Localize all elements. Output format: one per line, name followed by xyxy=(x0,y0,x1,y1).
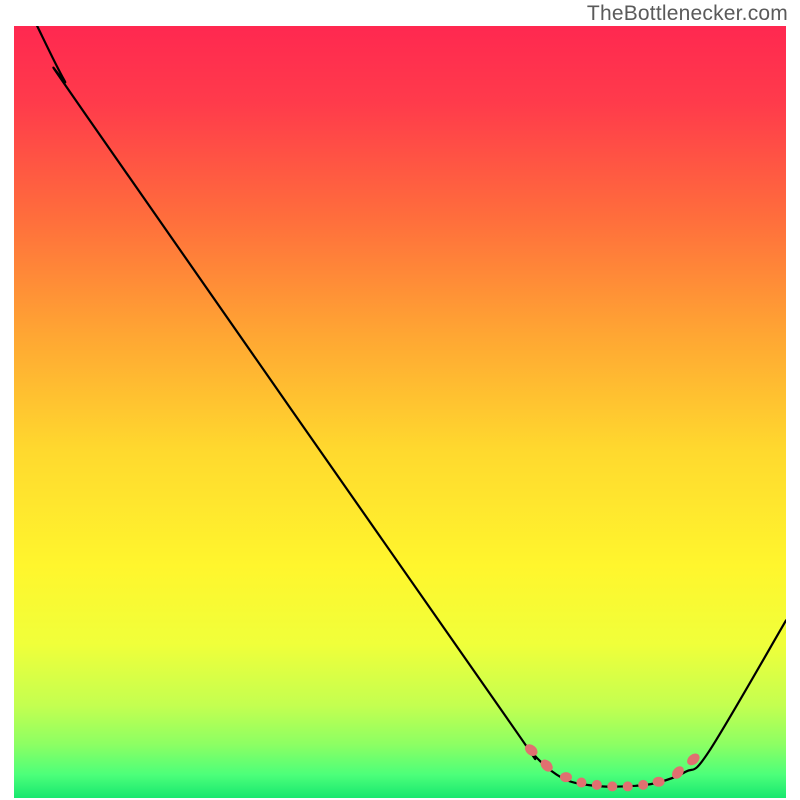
well-marker xyxy=(576,778,586,788)
well-marker xyxy=(638,780,648,790)
well-marker xyxy=(653,777,665,787)
chart-container: TheBottlenecker.com xyxy=(0,0,800,800)
well-marker xyxy=(623,781,633,791)
chart-svg xyxy=(14,26,786,798)
well-marker xyxy=(592,780,602,790)
watermark-text: TheBottlenecker.com xyxy=(587,2,788,26)
plot-area xyxy=(14,26,786,798)
gradient-background xyxy=(14,26,786,798)
well-marker xyxy=(560,772,572,782)
well-marker xyxy=(607,781,617,791)
